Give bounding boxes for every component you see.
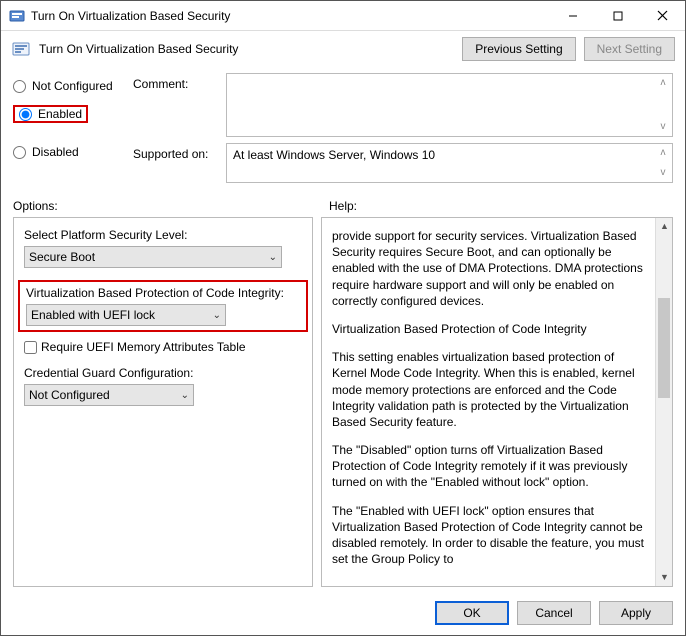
scroll-down-icon[interactable]: ▼ xyxy=(656,569,673,586)
comment-label: Comment: xyxy=(133,73,218,137)
radio-disabled[interactable]: Disabled xyxy=(13,143,133,161)
vbp-label: Virtualization Based Protection of Code … xyxy=(26,286,300,300)
app-icon xyxy=(9,8,25,24)
radio-enabled-input[interactable] xyxy=(19,108,32,121)
supported-label: Supported on: xyxy=(133,143,218,183)
vbp-highlight: Virtualization Based Protection of Code … xyxy=(18,280,308,332)
scroll-thumb[interactable] xyxy=(658,298,670,398)
scroll-up-icon[interactable]: ▲ xyxy=(656,218,673,235)
options-panel: Select Platform Security Level: Secure B… xyxy=(13,217,313,587)
credguard-label: Credential Guard Configuration: xyxy=(24,366,302,380)
uefi-checkbox-row[interactable]: Require UEFI Memory Attributes Table xyxy=(24,340,302,354)
chevron-down-icon: ⌄ xyxy=(269,252,277,263)
radio-enabled-highlight: Enabled xyxy=(13,105,88,123)
help-panel: provide support for security services. V… xyxy=(321,217,673,587)
vbp-select[interactable]: Enabled with UEFI lock ⌄ xyxy=(26,304,226,326)
supported-scroll-down-icon[interactable]: v xyxy=(656,166,670,180)
apply-button[interactable]: Apply xyxy=(599,601,673,625)
help-p4: The "Disabled" option turns off Virtuali… xyxy=(332,442,652,491)
help-p3: This setting enables virtualization base… xyxy=(332,349,652,430)
cancel-button[interactable]: Cancel xyxy=(517,601,591,625)
platform-value: Secure Boot xyxy=(29,250,95,264)
credguard-select[interactable]: Not Configured ⌄ xyxy=(24,384,194,406)
radio-not-configured[interactable]: Not Configured xyxy=(13,77,133,95)
previous-setting-button[interactable]: Previous Setting xyxy=(462,37,575,61)
help-header: Help: xyxy=(329,199,673,213)
state-radios: Not Configured Enabled Disabled xyxy=(13,73,133,189)
radio-enabled[interactable]: Enabled xyxy=(19,105,82,123)
credguard-value: Not Configured xyxy=(29,388,110,402)
ok-button[interactable]: OK xyxy=(435,601,509,625)
next-setting-button[interactable]: Next Setting xyxy=(584,37,675,61)
supported-scroll-up-icon[interactable]: ʌ xyxy=(656,146,670,160)
supported-field: At least Windows Server, Windows 10 ʌ v xyxy=(226,143,673,183)
gpo-window: Turn On Virtualization Based Security Tu… xyxy=(0,0,686,636)
radio-disabled-label: Disabled xyxy=(32,145,79,159)
maximize-button[interactable] xyxy=(595,1,640,31)
radio-disabled-input[interactable] xyxy=(13,146,26,159)
chevron-down-icon: ⌄ xyxy=(213,310,221,321)
uefi-checkbox[interactable] xyxy=(24,341,37,354)
titlebar: Turn On Virtualization Based Security xyxy=(1,1,685,31)
uefi-checkbox-label: Require UEFI Memory Attributes Table xyxy=(41,340,246,354)
help-p5: The "Enabled with UEFI lock" option ensu… xyxy=(332,503,652,568)
header-strip: Turn On Virtualization Based Security Pr… xyxy=(1,31,685,73)
radio-enabled-label: Enabled xyxy=(38,107,82,121)
platform-select[interactable]: Secure Boot ⌄ xyxy=(24,246,282,268)
comment-scroll-up-icon[interactable]: ʌ xyxy=(656,76,670,90)
supported-value: At least Windows Server, Windows 10 xyxy=(233,148,435,162)
policy-icon xyxy=(11,39,31,59)
help-p2: Virtualization Based Protection of Code … xyxy=(332,321,652,337)
help-scrollbar[interactable]: ▲ ▼ xyxy=(655,218,672,586)
radio-not-configured-input[interactable] xyxy=(13,80,26,93)
minimize-button[interactable] xyxy=(550,1,595,31)
window-title: Turn On Virtualization Based Security xyxy=(31,9,550,23)
platform-label: Select Platform Security Level: xyxy=(24,228,302,242)
chevron-down-icon: ⌄ xyxy=(181,390,189,401)
header-title: Turn On Virtualization Based Security xyxy=(39,42,238,56)
config-row: Not Configured Enabled Disabled Comment:… xyxy=(1,73,685,195)
footer: OK Cancel Apply xyxy=(1,593,685,635)
close-button[interactable] xyxy=(640,1,685,31)
column-headers: Options: Help: xyxy=(1,195,685,215)
comment-scroll-down-icon[interactable]: v xyxy=(656,120,670,134)
help-p1: provide support for security services. V… xyxy=(332,228,652,309)
help-text: provide support for security services. V… xyxy=(332,228,652,567)
panels: Select Platform Security Level: Secure B… xyxy=(1,215,685,593)
options-header: Options: xyxy=(13,199,321,213)
comment-field[interactable]: ʌ v xyxy=(226,73,673,137)
vbp-value: Enabled with UEFI lock xyxy=(31,308,155,322)
radio-not-configured-label: Not Configured xyxy=(32,79,113,93)
